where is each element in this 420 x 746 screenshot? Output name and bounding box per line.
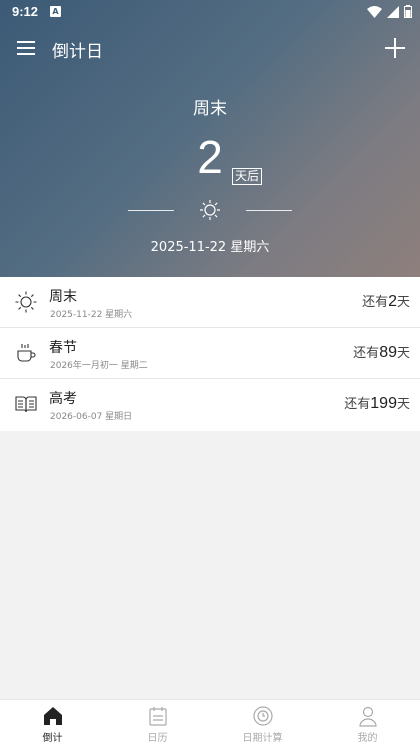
nav-tab-date-calc[interactable]: 日期计算 <box>210 700 315 746</box>
bottom-nav: 倒计 日历 日期计算 我的 <box>0 699 420 746</box>
calendar-icon <box>148 707 167 726</box>
hamburger-icon[interactable] <box>14 36 38 60</box>
page-title: 倒计日 <box>52 42 103 62</box>
wifi-icon <box>367 5 382 18</box>
nav-tab-countdown[interactable]: 倒计 <box>0 700 105 746</box>
nav-tab-profile[interactable]: 我的 <box>315 700 420 746</box>
remaining-prefix: 还有 <box>362 295 389 310</box>
event-date: 2026-06-07 星期日 <box>50 412 133 422</box>
list-item[interactable]: 春节 2026年一月初一 星期二 还有89天 <box>0 328 420 379</box>
status-bar: 9:12 A <box>0 0 420 24</box>
sun-icon <box>200 200 220 220</box>
status-time: 9:12 <box>12 4 39 19</box>
hero-banner: 9:12 A 倒计日 周末 2 天后 2025-11-22 星期六 <box>0 0 420 277</box>
event-title: 高考 <box>49 391 77 407</box>
notification-badge-icon: A <box>50 6 61 17</box>
event-list: 周末 2025-11-22 星期六 还有2天 春节 2026年一月初一 星期二 … <box>0 277 420 431</box>
nav-label: 日历 <box>147 733 168 744</box>
divider-left <box>128 210 174 211</box>
remaining-prefix: 还有 <box>344 397 371 412</box>
signal-icon <box>387 5 399 18</box>
status-icons <box>367 5 412 18</box>
remaining-unit: 天 <box>396 295 410 310</box>
date-calc-icon <box>252 706 273 726</box>
divider-right <box>246 210 292 211</box>
plus-icon[interactable] <box>382 35 408 61</box>
event-title: 春节 <box>49 340 77 356</box>
sun-icon <box>15 291 37 313</box>
nav-label: 我的 <box>357 733 378 744</box>
battery-icon <box>404 5 412 18</box>
event-date: 2026年一月初一 星期二 <box>50 361 148 371</box>
remaining-count: 199 <box>370 395 397 412</box>
nav-label: 倒计 <box>42 733 63 744</box>
profile-icon <box>358 706 377 727</box>
remaining-unit: 天 <box>396 397 410 412</box>
featured-countdown: 2 天后 <box>0 130 420 185</box>
remaining-count: 2 <box>388 293 397 310</box>
featured-date: 2025-11-22 星期六 <box>150 240 270 255</box>
nav-label: 日期计算 <box>242 733 283 744</box>
featured-count: 2 <box>197 131 223 183</box>
event-title: 周末 <box>49 289 77 305</box>
featured-unit: 天后 <box>232 168 263 185</box>
remaining-prefix: 还有 <box>353 346 380 361</box>
event-remaining: 还有199天 <box>344 393 410 413</box>
nav-tab-calendar[interactable]: 日历 <box>105 700 210 746</box>
coffee-cup-icon <box>17 344 36 362</box>
event-date: 2025-11-22 星期六 <box>50 310 133 320</box>
list-item[interactable]: 高考 2026-06-07 星期日 还有199天 <box>0 379 420 431</box>
app-bar: 倒计日 <box>0 28 420 68</box>
event-remaining: 还有89天 <box>353 342 410 362</box>
book-icon <box>15 396 37 413</box>
featured-event-name: 周末 <box>193 99 227 119</box>
list-item[interactable]: 周末 2025-11-22 星期六 还有2天 <box>0 277 420 328</box>
event-remaining: 还有2天 <box>362 291 410 311</box>
remaining-count: 89 <box>379 344 397 361</box>
home-icon <box>43 707 62 725</box>
remaining-unit: 天 <box>396 346 410 361</box>
